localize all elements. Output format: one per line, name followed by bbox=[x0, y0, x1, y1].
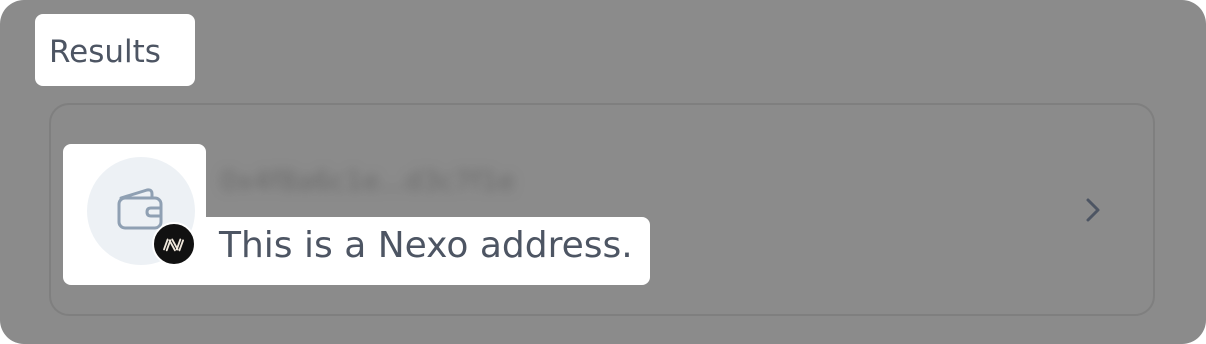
nexo-logo-icon bbox=[152, 222, 196, 266]
results-screen: Results 0x4f8a6c1e...d3c7f1e This is a N… bbox=[0, 0, 1206, 344]
address-description: This is a Nexo address. bbox=[219, 225, 633, 266]
results-title: Results bbox=[49, 34, 161, 70]
result-name-blurred: 0x4f8a6c1e...d3c7f1e bbox=[220, 166, 515, 197]
chevron-right-icon[interactable] bbox=[1081, 194, 1105, 226]
